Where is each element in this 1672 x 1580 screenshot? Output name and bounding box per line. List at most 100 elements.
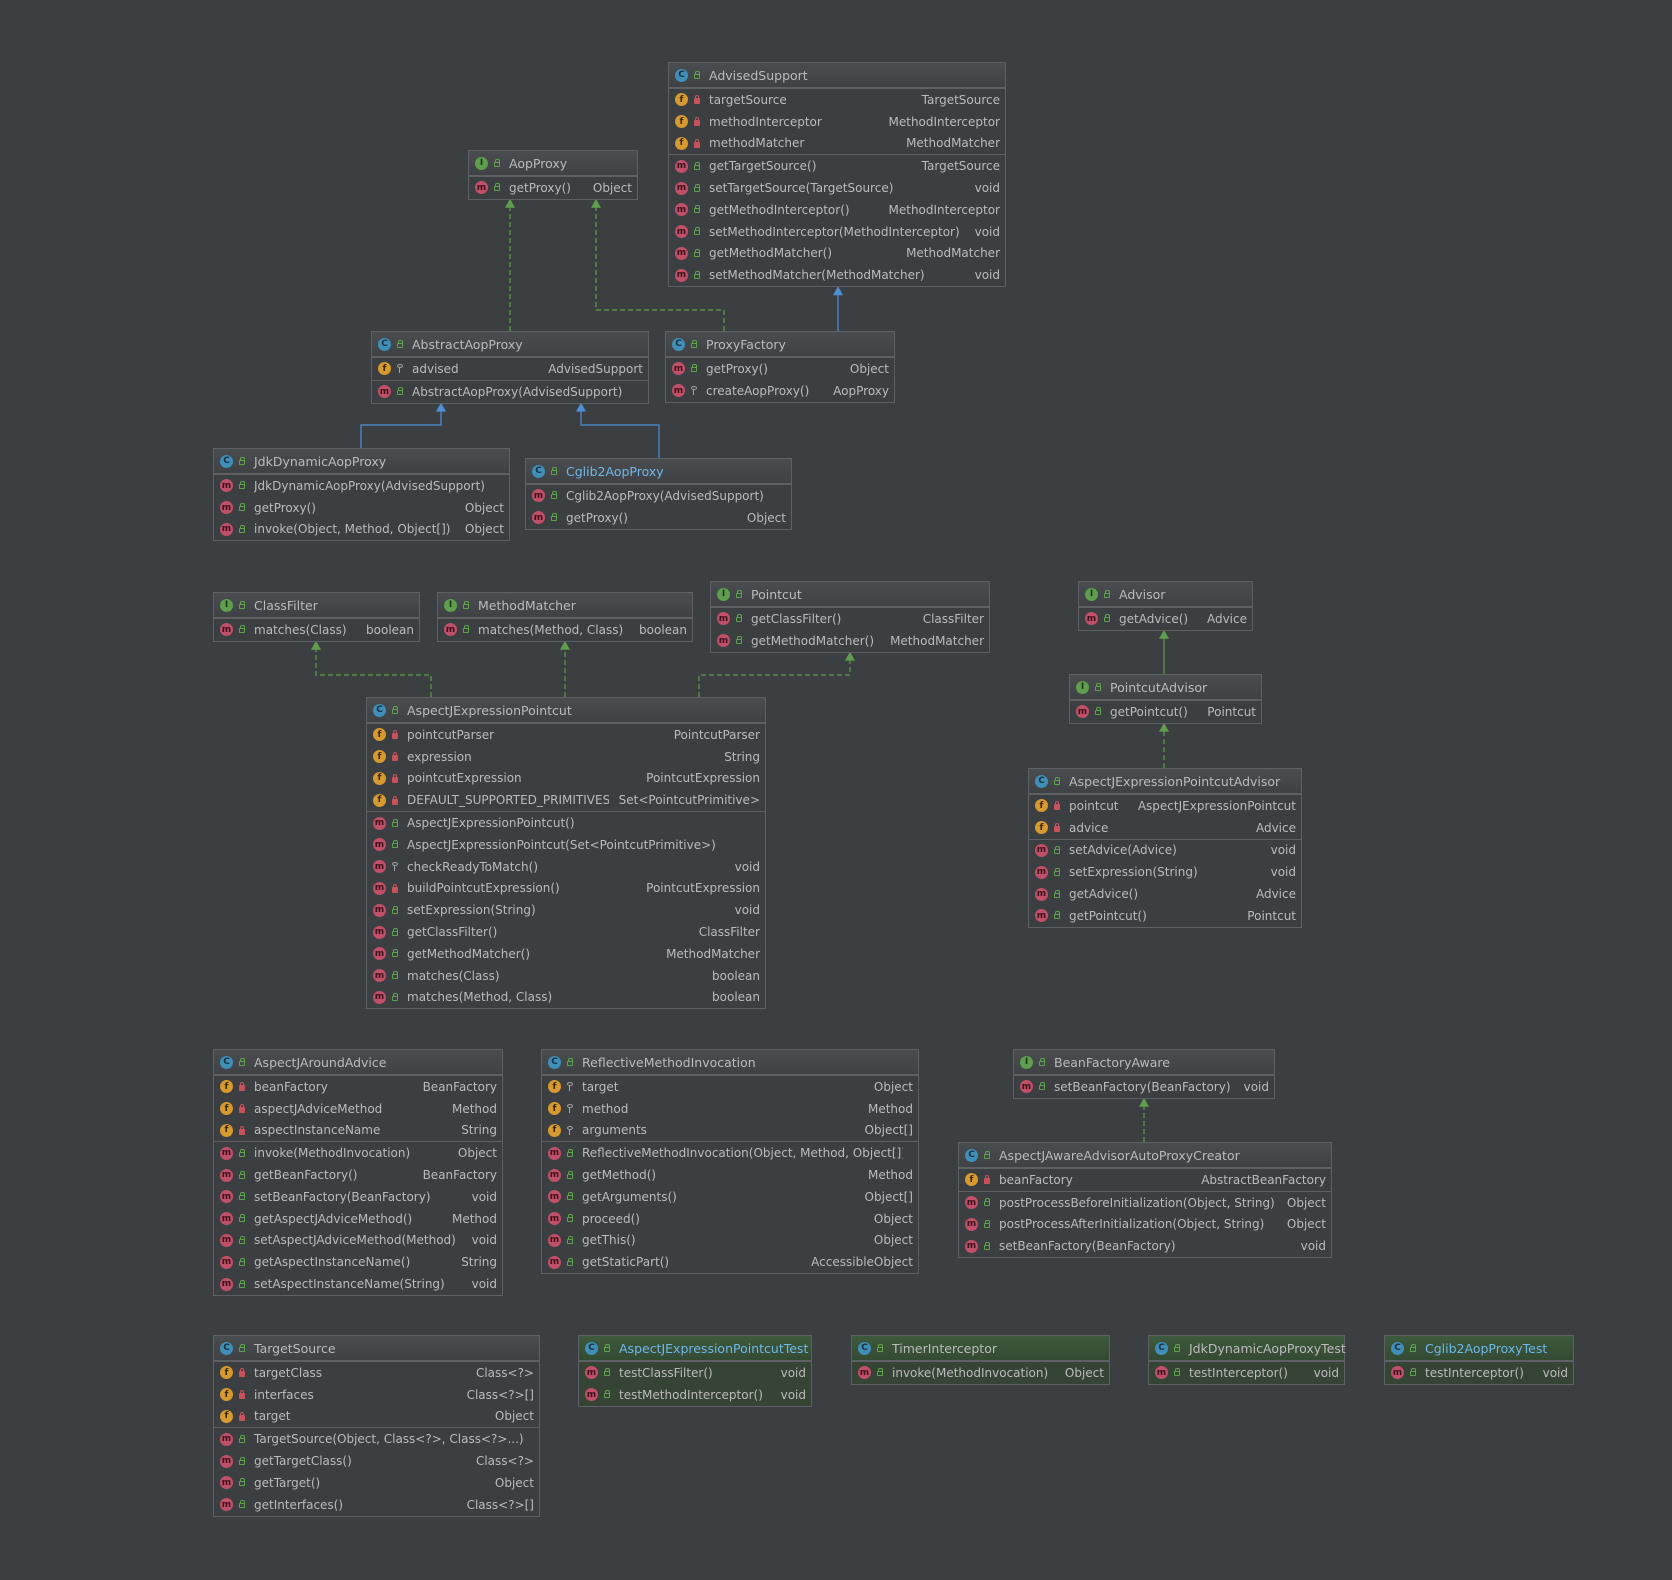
method-row[interactable]: m setAspectInstanceName(String) void: [214, 1273, 502, 1295]
field-row[interactable]: f beanFactory BeanFactory: [214, 1076, 502, 1098]
method-row[interactable]: m getProxy() Object: [666, 358, 894, 380]
method-row[interactable]: m getBeanFactory() BeanFactory: [214, 1164, 502, 1186]
class-box-pointcut-advisor[interactable]: I PointcutAdvisor m getPointcut() Pointcut: [1069, 674, 1262, 724]
field-row[interactable]: f interfaces Class<?>[]: [214, 1384, 539, 1406]
field-row[interactable]: f methodMatcher MethodMatcher: [669, 133, 1005, 155]
method-row[interactable]: m testInterceptor() void: [1385, 1362, 1573, 1384]
method-row[interactable]: m setBeanFactory(BeanFactory) void: [959, 1235, 1331, 1257]
class-box-pointcut[interactable]: I Pointcut m getClassFilter() ClassFilter m ge…: [710, 581, 990, 653]
class-header[interactable]: I ClassFilter: [214, 593, 419, 618]
method-row[interactable]: m buildPointcutExpression() PointcutExpres…: [367, 878, 765, 900]
method-row[interactable]: m getPointcut() Pointcut: [1070, 701, 1261, 723]
method-row[interactable]: m getStaticPart() AccessibleObject: [542, 1251, 918, 1273]
class-box-proxy-factory[interactable]: C ProxyFactory m getProxy() Object m createAop…: [665, 331, 895, 403]
method-row[interactable]: m createAopProxy() AopProxy: [666, 380, 894, 402]
class-box-cglib2-aop-proxy[interactable]: C Cglib2AopProxy m Cglib2AopProxy(AdvisedSu…: [525, 458, 792, 530]
method-row[interactable]: m setExpression(String) void: [367, 899, 765, 921]
method-row[interactable]: m getInterfaces() Class<?>[]: [214, 1494, 539, 1516]
class-box-bean-factory-aware[interactable]: I BeanFactoryAware m setBeanFactory(BeanFac…: [1013, 1049, 1275, 1099]
method-row[interactable]: m getTargetClass() Class<?>: [214, 1450, 539, 1472]
method-row[interactable]: m getTarget() Object: [214, 1472, 539, 1494]
field-row[interactable]: f pointcutExpression PointcutExpression: [367, 768, 765, 790]
method-row[interactable]: m getArguments() Object[]: [542, 1186, 918, 1208]
method-row[interactable]: m matches(Method, Class) boolean: [438, 619, 692, 641]
field-row[interactable]: f aspectInstanceName String: [214, 1120, 502, 1142]
method-row[interactable]: m getProxy() Object: [469, 177, 637, 199]
field-row[interactable]: f expression String: [367, 746, 765, 768]
class-header[interactable]: I PointcutAdvisor: [1070, 675, 1261, 700]
field-row[interactable]: f advice Advice: [1029, 817, 1301, 839]
class-box-advised-support[interactable]: C AdvisedSupport f targetSource TargetSource…: [668, 62, 1006, 288]
field-row[interactable]: f target Object: [214, 1406, 539, 1428]
class-header[interactable]: I Pointcut: [711, 582, 989, 607]
method-row[interactable]: m getProxy() Object: [214, 497, 509, 519]
method-row[interactable]: m setTargetSource(TargetSource) void: [669, 177, 1005, 199]
method-row[interactable]: m setAspectJAdviceMethod(Method) void: [214, 1230, 502, 1252]
method-row[interactable]: m TargetSource(Object, Class<?>, Class<?>…: [214, 1428, 539, 1450]
class-header[interactable]: I AopProxy: [469, 151, 637, 176]
method-row[interactable]: m ReflectiveMethodInvocation(Object, Meth…: [542, 1142, 918, 1164]
class-box-aspect-jaware-advisor-auto-proxy-creator[interactable]: C AspectJAwareAdvisorAutoProxyCreator f bea…: [958, 1142, 1332, 1259]
class-box-jdk-dynamic-aop-proxy-test[interactable]: C JdkDynamicAopProxyTest m testInterceptor(…: [1148, 1335, 1346, 1385]
class-box-aspect-jexpression-pointcut-test[interactable]: C AspectJExpressionPointcutTest m testClass…: [578, 1335, 812, 1407]
class-header[interactable]: C AspectJExpressionPointcut: [367, 698, 765, 723]
field-row[interactable]: f targetClass Class<?>: [214, 1362, 539, 1384]
class-header[interactable]: C TargetSource: [214, 1336, 539, 1361]
method-row[interactable]: m getThis() Object: [542, 1230, 918, 1252]
method-row[interactable]: m AbstractAopProxy(AdvisedSupport): [372, 381, 648, 403]
class-header[interactable]: C JdkDynamicAopProxyTest: [1149, 1336, 1346, 1361]
class-header[interactable]: C AspectJAwareAdvisorAutoProxyCreator: [959, 1143, 1331, 1168]
class-box-jdk-dynamic-aop-proxy[interactable]: C JdkDynamicAopProxy m JdkDynamicAopProxy(A…: [213, 448, 510, 542]
class-box-class-filter[interactable]: I ClassFilter m matches(Class) boolean: [213, 592, 420, 642]
class-box-method-matcher[interactable]: I MethodMatcher m matches(Method, Class) boo…: [437, 592, 693, 642]
method-row[interactable]: m postProcessBeforeInitialization(Object,…: [959, 1192, 1331, 1214]
field-row[interactable]: f target Object: [542, 1076, 918, 1098]
class-header[interactable]: C ReflectiveMethodInvocation: [542, 1050, 918, 1075]
method-row[interactable]: m getPointcut() Pointcut: [1029, 905, 1301, 927]
method-row[interactable]: m matches(Class) boolean: [367, 965, 765, 987]
method-row[interactable]: m setMethodInterceptor(MethodInterceptor)…: [669, 221, 1005, 243]
class-box-aop-proxy[interactable]: I AopProxy m getProxy() Object: [468, 150, 638, 200]
field-row[interactable]: f advised AdvisedSupport: [372, 358, 648, 380]
method-row[interactable]: m Cglib2AopProxy(AdvisedSupport): [526, 485, 791, 507]
class-header[interactable]: C AspectJAroundAdvice: [214, 1050, 502, 1075]
method-row[interactable]: m AspectJExpressionPointcut(Set<PointcutP…: [367, 834, 765, 856]
method-row[interactable]: m checkReadyToMatch() void: [367, 856, 765, 878]
field-row[interactable]: f aspectJAdviceMethod Method: [214, 1098, 502, 1120]
field-row[interactable]: f pointcut AspectJExpressionPointcut: [1029, 795, 1301, 817]
field-row[interactable]: f methodInterceptor MethodInterceptor: [669, 111, 1005, 133]
class-header[interactable]: C AdvisedSupport: [669, 63, 1005, 88]
method-row[interactable]: m postProcessAfterInitialization(Object, …: [959, 1214, 1331, 1236]
method-row[interactable]: m JdkDynamicAopProxy(AdvisedSupport): [214, 475, 509, 497]
class-header[interactable]: I Advisor: [1079, 582, 1252, 607]
class-header[interactable]: C Cglib2AopProxy: [526, 459, 791, 484]
class-box-aspect-jaround-advice[interactable]: C AspectJAroundAdvice f beanFactory BeanFact…: [213, 1049, 503, 1296]
method-row[interactable]: m setBeanFactory(BeanFactory) void: [214, 1186, 502, 1208]
class-header[interactable]: C JdkDynamicAopProxy: [214, 449, 509, 474]
field-row[interactable]: f DEFAULT_SUPPORTED_PRIMITIVES Set<Pointcu…: [367, 789, 765, 811]
method-row[interactable]: m getClassFilter() ClassFilter: [367, 921, 765, 943]
class-header[interactable]: C TimerInterceptor: [852, 1336, 1109, 1361]
class-header[interactable]: C AspectJExpressionPointcutAdvisor: [1029, 769, 1301, 794]
method-row[interactable]: m AspectJExpressionPointcut(): [367, 812, 765, 834]
method-row[interactable]: m getMethodMatcher() MethodMatcher: [367, 943, 765, 965]
method-row[interactable]: m invoke(MethodInvocation) Object: [852, 1362, 1109, 1384]
class-box-target-source[interactable]: C TargetSource f targetClass Class<?> f interf…: [213, 1335, 540, 1517]
method-row[interactable]: m testInterceptor() void: [1149, 1362, 1344, 1384]
class-box-advisor[interactable]: I Advisor m getAdvice() Advice: [1078, 581, 1253, 631]
method-row[interactable]: m proceed() Object: [542, 1208, 918, 1230]
method-row[interactable]: m matches(Method, Class) boolean: [367, 987, 765, 1009]
class-box-cglib2-aop-proxy-test[interactable]: C Cglib2AopProxyTest m testInterceptor() voi…: [1384, 1335, 1574, 1385]
class-header[interactable]: I BeanFactoryAware: [1014, 1050, 1274, 1075]
class-box-abstract-aop-proxy[interactable]: C AbstractAopProxy f advised AdvisedSupport m…: [371, 331, 649, 404]
method-row[interactable]: m getAdvice() Advice: [1079, 608, 1252, 630]
method-row[interactable]: m testMethodInterceptor() void: [579, 1384, 811, 1406]
class-header[interactable]: C AspectJExpressionPointcutTest: [579, 1336, 811, 1361]
method-row[interactable]: m testClassFilter() void: [579, 1362, 811, 1384]
method-row[interactable]: m setMethodMatcher(MethodMatcher) void: [669, 264, 1005, 286]
method-row[interactable]: m getClassFilter() ClassFilter: [711, 608, 989, 630]
class-header[interactable]: C ProxyFactory: [666, 332, 894, 357]
class-box-aspect-jexpression-pointcut-advisor[interactable]: C AspectJExpressionPointcutAdvisor f pointc…: [1028, 768, 1302, 928]
method-row[interactable]: m setBeanFactory(BeanFactory) void: [1014, 1076, 1274, 1098]
field-row[interactable]: f targetSource TargetSource: [669, 89, 1005, 111]
